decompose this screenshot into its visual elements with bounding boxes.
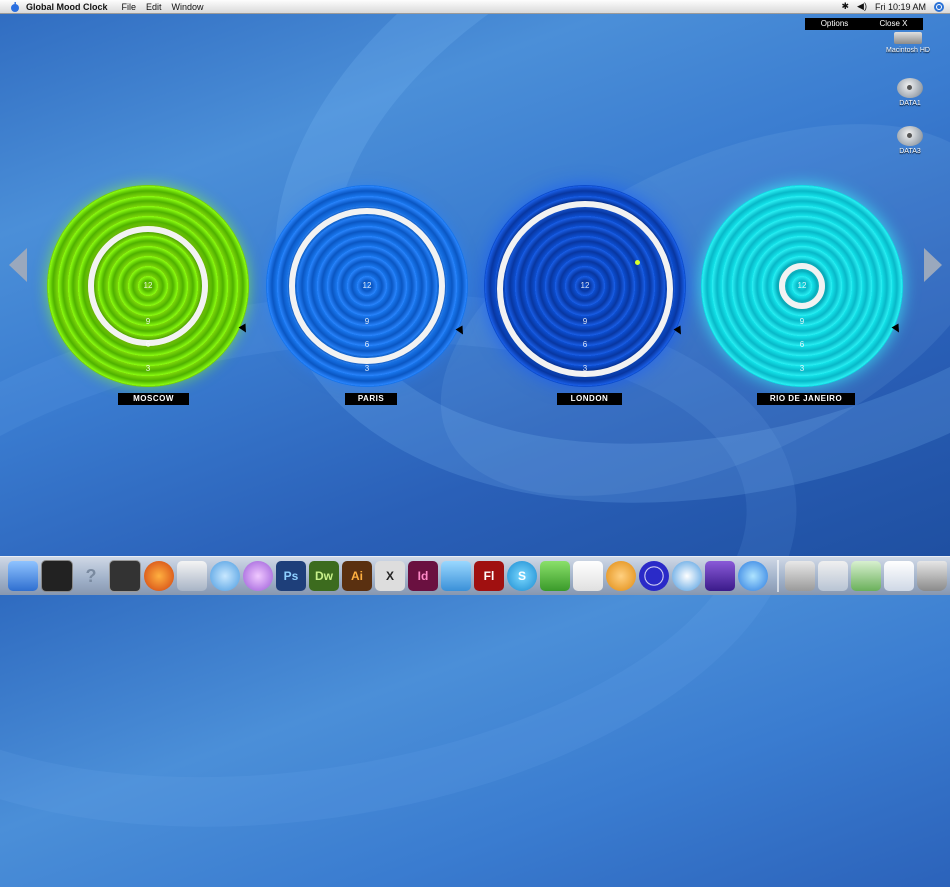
desktop-icon-data1[interactable]: DATA1 (880, 78, 940, 107)
clock-number-6: 6 (582, 340, 588, 349)
menu-bar: Global Mood Clock File Edit Window ✱ ◀) … (0, 0, 950, 14)
desktop-icon-macintosh-hd[interactable]: Macintosh HD (878, 32, 938, 54)
preview-icon[interactable] (177, 561, 207, 591)
close-button[interactable]: Close X (864, 18, 923, 30)
safari-icon[interactable] (672, 561, 702, 591)
disk-icon (897, 78, 923, 98)
flash-icon[interactable]: Fl (474, 561, 504, 591)
finder-icon[interactable] (8, 561, 38, 591)
clock-number-12: 12 (797, 281, 807, 290)
clock-number-9: 9 (364, 317, 370, 326)
acrobat-icon[interactable] (573, 561, 603, 591)
automator-icon[interactable] (540, 561, 570, 591)
clock-number-6: 6 (799, 340, 805, 349)
clock-number-3: 3 (364, 364, 370, 373)
skype-icon[interactable]: S (507, 561, 537, 591)
clock-number-6: 6 (364, 340, 370, 349)
bluetooth-icon[interactable]: ✱ (842, 1, 850, 12)
options-button[interactable]: Options (805, 18, 864, 30)
previous-arrow-button[interactable] (9, 248, 27, 282)
app-menu[interactable]: Global Mood Clock (26, 2, 108, 12)
documents-icon[interactable] (884, 561, 914, 591)
clock-paris[interactable]: 12 9 6 3 (266, 185, 468, 387)
city-label-london: LONDON (557, 393, 622, 405)
ichat-icon[interactable] (243, 561, 273, 591)
network-icon[interactable] (851, 561, 881, 591)
terminal-icon[interactable] (41, 560, 73, 592)
clock-number-6: 6 (145, 340, 151, 349)
clock-number-9: 9 (799, 317, 805, 326)
mood-indicator-dot (635, 260, 640, 265)
clock-london[interactable]: 12 9 6 3 (484, 185, 686, 387)
window-menu[interactable]: Window (172, 2, 204, 12)
firefox-icon[interactable] (144, 561, 174, 591)
desktop-icon-data3[interactable]: DATA3 (880, 126, 940, 155)
widget-controls: Options Close X (805, 18, 923, 30)
dashboard-icon[interactable] (818, 561, 848, 591)
menu-clock[interactable]: Fri 10:19 AM (875, 2, 926, 12)
wave-icon[interactable] (441, 561, 471, 591)
photoshop-icon[interactable]: Ps (276, 561, 306, 591)
help-icon[interactable]: ? (76, 561, 106, 591)
disk-icon (897, 126, 923, 146)
clock-number-12: 12 (143, 281, 153, 290)
clock-rio-de-janeiro[interactable]: 12 9 6 3 (701, 185, 903, 387)
next-arrow-button[interactable] (924, 248, 942, 282)
desktop-icon-label: DATA3 (899, 148, 921, 155)
clock-number-9: 9 (145, 317, 151, 326)
desktop-icon-label: Macintosh HD (886, 47, 930, 54)
city-label-rio-de-janeiro: RIO DE JANEIRO (757, 393, 855, 405)
file-menu[interactable]: File (122, 2, 137, 12)
spotlight-icon[interactable] (934, 1, 944, 12)
apple-icon[interactable] (10, 1, 20, 12)
clock-number-9: 9 (582, 317, 588, 326)
edit-menu[interactable]: Edit (146, 2, 162, 12)
imovie-icon[interactable] (705, 561, 735, 591)
indesign-icon[interactable]: Id (408, 561, 438, 591)
hard-drive-icon (894, 32, 922, 44)
fireworks-icon[interactable] (606, 561, 636, 591)
quicktime-icon[interactable] (738, 561, 768, 591)
activity-monitor-icon[interactable] (109, 560, 141, 592)
clock-number-12: 12 (580, 281, 590, 290)
city-label-paris: PARIS (345, 393, 397, 405)
clock-pointer-icon (673, 325, 685, 337)
clock-pointer-icon (455, 325, 467, 337)
city-label-moscow: MOSCOW (118, 393, 189, 405)
mood-clock-icon[interactable] (639, 561, 669, 591)
illustrator-icon[interactable]: Ai (342, 561, 372, 591)
clock-number-3: 3 (799, 364, 805, 373)
clock-number-3: 3 (145, 364, 151, 373)
x11-icon[interactable]: X (375, 561, 405, 591)
mail-icon[interactable] (785, 561, 815, 591)
menu-extras: ✱ ◀) Fri 10:19 AM (834, 0, 944, 13)
dock: ? Ps Dw Ai X Id Fl S (0, 556, 950, 595)
clock-moscow[interactable]: 12 9 6 3 (47, 185, 250, 387)
volume-icon[interactable]: ◀) (857, 1, 867, 12)
desktop-icon-label: DATA1 (899, 100, 921, 107)
dock-separator (777, 560, 779, 592)
trash-icon[interactable] (917, 561, 947, 591)
itunes-icon[interactable] (210, 561, 240, 591)
clock-number-3: 3 (582, 364, 588, 373)
dreamweaver-icon[interactable]: Dw (309, 561, 339, 591)
clock-number-12: 12 (362, 281, 372, 290)
